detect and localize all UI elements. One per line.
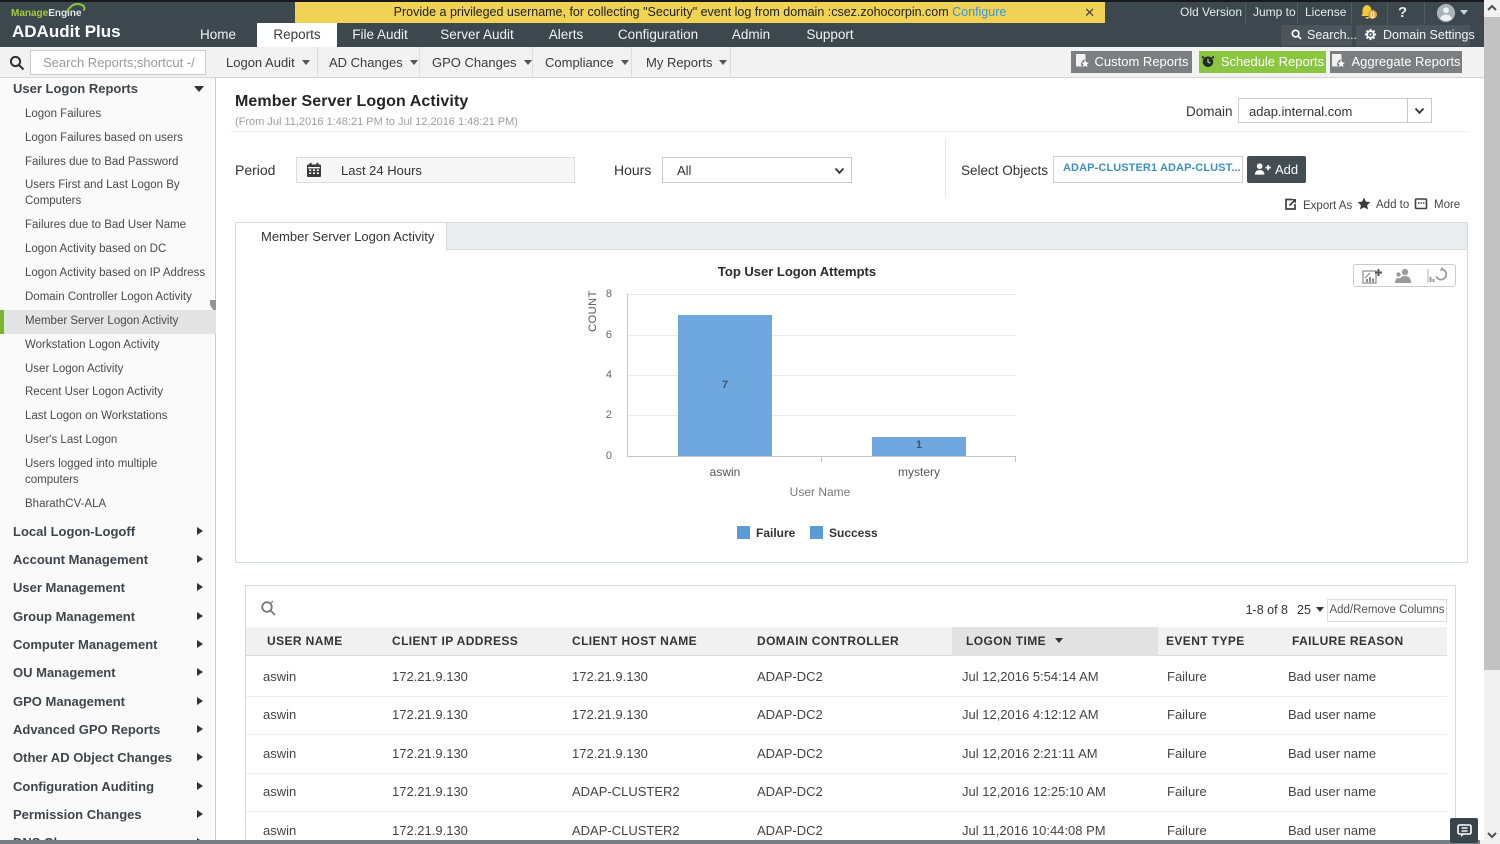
svg-text:0: 0 [1370, 11, 1375, 20]
